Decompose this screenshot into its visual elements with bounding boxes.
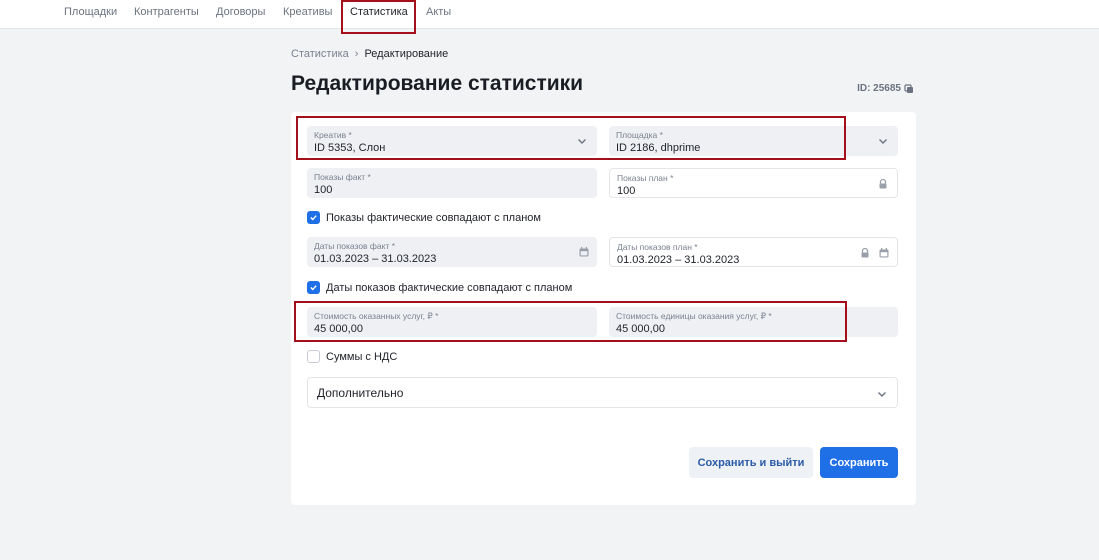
- chevron-down-icon: [578, 139, 586, 144]
- platform-label: Площадка *: [616, 130, 663, 140]
- cost-unit-input[interactable]: Стоимость единицы оказания услуг, ₽ * 45…: [609, 307, 898, 337]
- dates-match-checkbox[interactable]: Даты показов фактические совпадают с пла…: [307, 281, 572, 294]
- impressions-fact-label: Показы факт *: [314, 172, 371, 182]
- creative-select[interactable]: Креатив * ID 5353, Слон: [307, 126, 597, 156]
- chevron-down-icon: [878, 392, 886, 397]
- record-id-text: ID: 25685: [857, 83, 901, 94]
- impressions-match-label: Показы фактические совпадают с планом: [326, 211, 541, 224]
- calendar-icon: [879, 248, 889, 258]
- impressions-fact-input[interactable]: Показы факт * 100: [307, 168, 597, 198]
- dates-plan-input: Даты показов план * 01.03.2023 – 31.03.2…: [609, 237, 898, 267]
- additional-accordion[interactable]: Дополнительно: [307, 377, 898, 408]
- breadcrumb-parent-link[interactable]: Статистика: [291, 48, 349, 60]
- cost-total-value: 45 000,00: [314, 323, 363, 335]
- additional-label: Дополнительно: [317, 386, 404, 400]
- dates-fact-value: 01.03.2023 – 31.03.2023: [314, 253, 437, 265]
- impressions-match-checkbox[interactable]: Показы фактические совпадают с планом: [307, 211, 541, 224]
- breadcrumb-chevron-icon: ›: [354, 48, 359, 60]
- cost-total-label: Стоимость оказанных услуг, ₽ *: [314, 311, 439, 321]
- record-id: ID: 25685: [857, 83, 914, 94]
- lock-icon: [879, 178, 887, 189]
- vat-checkbox[interactable]: Суммы с НДС: [307, 350, 397, 363]
- check-icon: [310, 285, 317, 291]
- nav-item-platforms[interactable]: Площадки: [64, 6, 117, 18]
- nav-item-statistics[interactable]: Статистика: [350, 6, 408, 18]
- nav-item-contracts[interactable]: Договоры: [216, 6, 265, 18]
- nav-item-acts[interactable]: Акты: [426, 6, 451, 18]
- dates-match-label: Даты показов фактические совпадают с пла…: [326, 281, 573, 294]
- vat-label: Суммы с НДС: [326, 350, 398, 363]
- copy-icon[interactable]: [904, 83, 914, 94]
- impressions-plan-value: 100: [617, 185, 636, 197]
- breadcrumb: Статистика › Редактирование: [291, 48, 448, 60]
- nav-item-creatives[interactable]: Креативы: [283, 6, 332, 18]
- lock-icon: [861, 247, 869, 258]
- checkbox-unchecked[interactable]: [307, 350, 320, 363]
- impressions-plan-label: Показы план *: [617, 173, 674, 183]
- dates-fact-label: Даты показов факт *: [314, 241, 396, 251]
- page-title: Редактирование статистики: [291, 72, 584, 95]
- top-navigation: Площадки Контрагенты Договоры Креативы С…: [0, 0, 1099, 29]
- platform-value: ID 2186, dhprime: [616, 142, 701, 154]
- calendar-icon[interactable]: [578, 246, 590, 258]
- cost-total-input[interactable]: Стоимость оказанных услуг, ₽ * 45 000,00: [307, 307, 597, 337]
- impressions-plan-input: Показы план * 100: [609, 168, 898, 198]
- nav-item-counterparties[interactable]: Контрагенты: [134, 6, 199, 18]
- chevron-down-icon: [879, 139, 887, 144]
- save-button[interactable]: Сохранить: [820, 447, 898, 478]
- creative-label: Креатив *: [314, 130, 352, 140]
- impressions-fact-value: 100: [314, 184, 333, 196]
- checkbox-checked[interactable]: [307, 281, 320, 294]
- checkbox-checked[interactable]: [307, 211, 320, 224]
- dates-fact-input[interactable]: Даты показов факт * 01.03.2023 – 31.03.2…: [307, 237, 597, 267]
- dates-plan-label: Даты показов план *: [617, 242, 698, 252]
- breadcrumb-current: Редактирование: [364, 48, 449, 60]
- dates-plan-value: 01.03.2023 – 31.03.2023: [617, 254, 740, 266]
- cost-unit-label: Стоимость единицы оказания услуг, ₽ *: [616, 311, 772, 321]
- platform-select[interactable]: Площадка * ID 2186, dhprime: [609, 126, 898, 156]
- save-and-exit-button[interactable]: Сохранить и выйти: [689, 447, 813, 478]
- creative-value: ID 5353, Слон: [314, 142, 386, 154]
- form-card: Креатив * ID 5353, Слон Площадка * ID 21…: [291, 112, 916, 505]
- check-icon: [310, 215, 317, 221]
- cost-unit-value: 45 000,00: [616, 323, 665, 335]
